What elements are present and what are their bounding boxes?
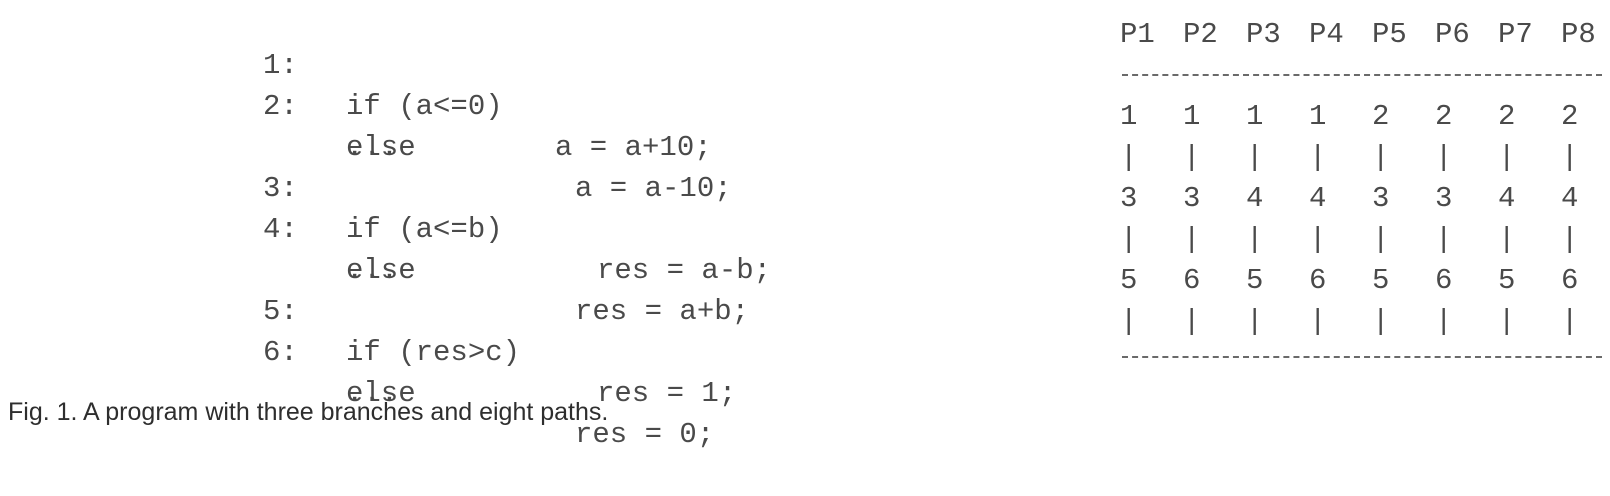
code-statement: a = a+10; [555, 131, 712, 164]
path-cell: 2 [1372, 100, 1390, 133]
code-line: 4: else res = a+b; [263, 168, 749, 328]
path-cell: 6 [1561, 264, 1579, 297]
path-cell: 5 [1120, 264, 1138, 297]
code-statement: a = a-10; [575, 172, 732, 205]
path-cell: 2 [1561, 100, 1579, 133]
path-cell: 1 [1183, 100, 1201, 133]
path-connector: | [1435, 141, 1453, 174]
code-listing: 1: if (a<=0) a = a+10; 2: else a = a-10;… [263, 4, 771, 451]
code-line: 5: if (res>c) res = 1; [263, 250, 736, 410]
path-cell: 3 [1120, 182, 1138, 215]
table-top-rule [1122, 74, 1602, 76]
code-line: ... [263, 332, 398, 410]
path-header: P1 [1120, 18, 1155, 51]
path-connector: | [1498, 223, 1516, 256]
path-header: P7 [1498, 18, 1533, 51]
path-cell: 1 [1309, 100, 1327, 133]
path-cell: 4 [1309, 182, 1327, 215]
path-cell: 2 [1435, 100, 1453, 133]
code-condition: if (res>c) [346, 336, 521, 369]
path-header: P4 [1309, 18, 1344, 51]
code-statement: res = 1; [597, 377, 737, 410]
code-line: 1: if (a<=0) a = a+10; [263, 4, 712, 164]
path-connector: | [1309, 141, 1327, 174]
path-cell: 5 [1246, 264, 1264, 297]
path-cell: 3 [1183, 182, 1201, 215]
path-connector: | [1561, 305, 1579, 338]
figure-caption: Fig. 1. A program with three branches an… [8, 398, 609, 426]
path-connector: | [1435, 223, 1453, 256]
path-header: P3 [1246, 18, 1281, 51]
path-connector: | [1561, 223, 1579, 256]
path-cell: 6 [1309, 264, 1327, 297]
path-connector: | [1246, 305, 1264, 338]
path-connector: | [1372, 305, 1390, 338]
path-connector: | [1498, 305, 1516, 338]
path-cell: 3 [1435, 182, 1453, 215]
path-connector: | [1120, 305, 1138, 338]
path-connector: | [1246, 223, 1264, 256]
path-cell: 4 [1561, 182, 1579, 215]
path-connector: | [1183, 223, 1201, 256]
code-condition: if (a<=b) [346, 213, 503, 246]
path-cell: 4 [1498, 182, 1516, 215]
path-cell: 5 [1498, 264, 1516, 297]
path-cell: 6 [1435, 264, 1453, 297]
path-header: P5 [1372, 18, 1407, 51]
path-connector: | [1309, 305, 1327, 338]
code-line: 6: else res = 0; [263, 291, 714, 451]
path-header: P2 [1183, 18, 1218, 51]
code-statement: res = a-b; [597, 254, 772, 287]
code-ellipsis: ... [346, 131, 399, 164]
path-connector: | [1246, 141, 1264, 174]
path-connector: | [1309, 223, 1327, 256]
code-ellipsis: ... [346, 254, 399, 287]
path-cell: 1 [1120, 100, 1138, 133]
code-condition: if (a<=0) [346, 90, 503, 123]
path-cell: 3 [1372, 182, 1390, 215]
path-connector: | [1498, 141, 1516, 174]
path-connector: | [1435, 305, 1453, 338]
path-cell: 2 [1498, 100, 1516, 133]
path-cell: 1 [1246, 100, 1264, 133]
path-cell: 4 [1246, 182, 1264, 215]
path-connector: | [1183, 305, 1201, 338]
path-connector: | [1183, 141, 1201, 174]
path-header: P6 [1435, 18, 1470, 51]
code-line: ... [263, 209, 398, 287]
path-cell: 6 [1183, 264, 1201, 297]
code-line: 2: else a = a-10; [263, 45, 732, 205]
path-cell: 5 [1372, 264, 1390, 297]
code-statement: res = a+b; [575, 295, 750, 328]
code-line: 3: if (a<=b) res = a-b; [263, 127, 771, 287]
path-connector: | [1120, 141, 1138, 174]
path-connector: | [1372, 223, 1390, 256]
code-line: ... [263, 86, 398, 164]
table-bottom-rule [1122, 356, 1602, 358]
path-connector: | [1120, 223, 1138, 256]
path-connector: | [1561, 141, 1579, 174]
path-header: P8 [1561, 18, 1596, 51]
path-connector: | [1372, 141, 1390, 174]
